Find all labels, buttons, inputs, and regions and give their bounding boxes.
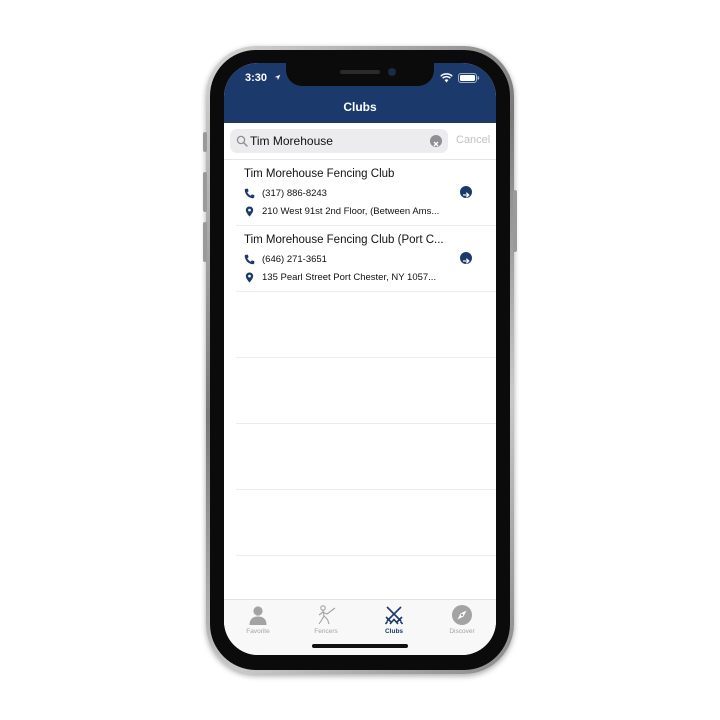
empty-row <box>236 490 496 556</box>
empty-row <box>236 292 496 358</box>
page-title: Clubs <box>343 100 377 114</box>
tab-label: Clubs <box>384 628 404 635</box>
volume-up-button <box>203 172 207 212</box>
tab-label: Discover <box>449 628 475 635</box>
search-icon <box>236 135 248 147</box>
phone-icon <box>244 188 255 199</box>
club-address-line[interactable]: 135 Pearl Street Port Chester, NY 1057..… <box>244 272 436 283</box>
battery-icon <box>458 73 480 83</box>
club-row[interactable]: Tim Morehouse Fencing Club (Port C... (6… <box>236 226 496 292</box>
cancel-button[interactable]: Cancel <box>456 134 490 146</box>
tab-label: Favorite <box>246 628 270 635</box>
phone-icon <box>244 254 255 265</box>
club-row[interactable]: Tim Morehouse Fencing Club (317) 886-824… <box>236 160 496 226</box>
wifi-icon <box>440 73 453 83</box>
club-detail-button[interactable] <box>460 186 472 198</box>
clear-search-icon[interactable] <box>430 135 442 147</box>
location-arrow-icon <box>274 74 281 81</box>
status-time: 3:30 <box>245 72 268 84</box>
power-button <box>513 190 517 252</box>
club-phone-line[interactable]: (317) 886-8243 <box>244 188 327 199</box>
search-input[interactable] <box>250 132 420 150</box>
search-field[interactable] <box>230 129 448 153</box>
tab-fencers[interactable]: Fencers <box>292 604 360 635</box>
location-pin-icon <box>245 272 254 283</box>
empty-row <box>236 424 496 490</box>
search-bar: Cancel <box>224 123 496 160</box>
club-phone: (317) 886-8243 <box>262 188 327 199</box>
club-detail-button[interactable] <box>460 252 472 264</box>
person-icon <box>249 606 267 625</box>
compass-icon <box>452 605 472 625</box>
tab-clubs[interactable]: Clubs <box>360 604 428 635</box>
front-camera <box>388 68 396 76</box>
app-screen: 3:30 Clubs Tim Morehouse Cancel Tim More… <box>224 63 496 655</box>
club-list: Tim Morehouse Fencing Club (317) 886-824… <box>236 160 496 556</box>
tab-favorite[interactable]: Favorite <box>224 604 292 635</box>
fencer-icon <box>318 605 336 625</box>
arrow-right-icon <box>463 192 470 198</box>
club-address-line[interactable]: 210 West 91st 2nd Floor, (Between Ams... <box>244 206 439 217</box>
club-name: Tim Morehouse Fencing Club <box>244 168 395 180</box>
club-name: Tim Morehouse Fencing Club (Port C... <box>244 234 444 246</box>
empty-row <box>236 358 496 424</box>
nav-header: 3:30 Clubs <box>224 63 496 123</box>
tab-discover[interactable]: Discover <box>428 604 496 635</box>
arrow-right-icon <box>463 258 470 264</box>
silent-switch <box>203 132 207 152</box>
notch <box>286 63 434 86</box>
club-phone-line[interactable]: (646) 271-3651 <box>244 254 327 265</box>
club-address: 135 Pearl Street Port Chester, NY 1057..… <box>262 272 437 283</box>
close-icon <box>433 141 439 147</box>
club-phone: (646) 271-3651 <box>262 254 327 265</box>
home-indicator[interactable] <box>312 644 408 648</box>
speaker <box>340 70 380 74</box>
club-address: 210 West 91st 2nd Floor, (Between Ams... <box>262 206 440 217</box>
crossed-swords-icon <box>384 606 404 625</box>
location-pin-icon <box>245 206 254 217</box>
status-icons <box>440 73 480 83</box>
volume-down-button <box>203 222 207 262</box>
tab-label: Fencers <box>314 628 338 635</box>
